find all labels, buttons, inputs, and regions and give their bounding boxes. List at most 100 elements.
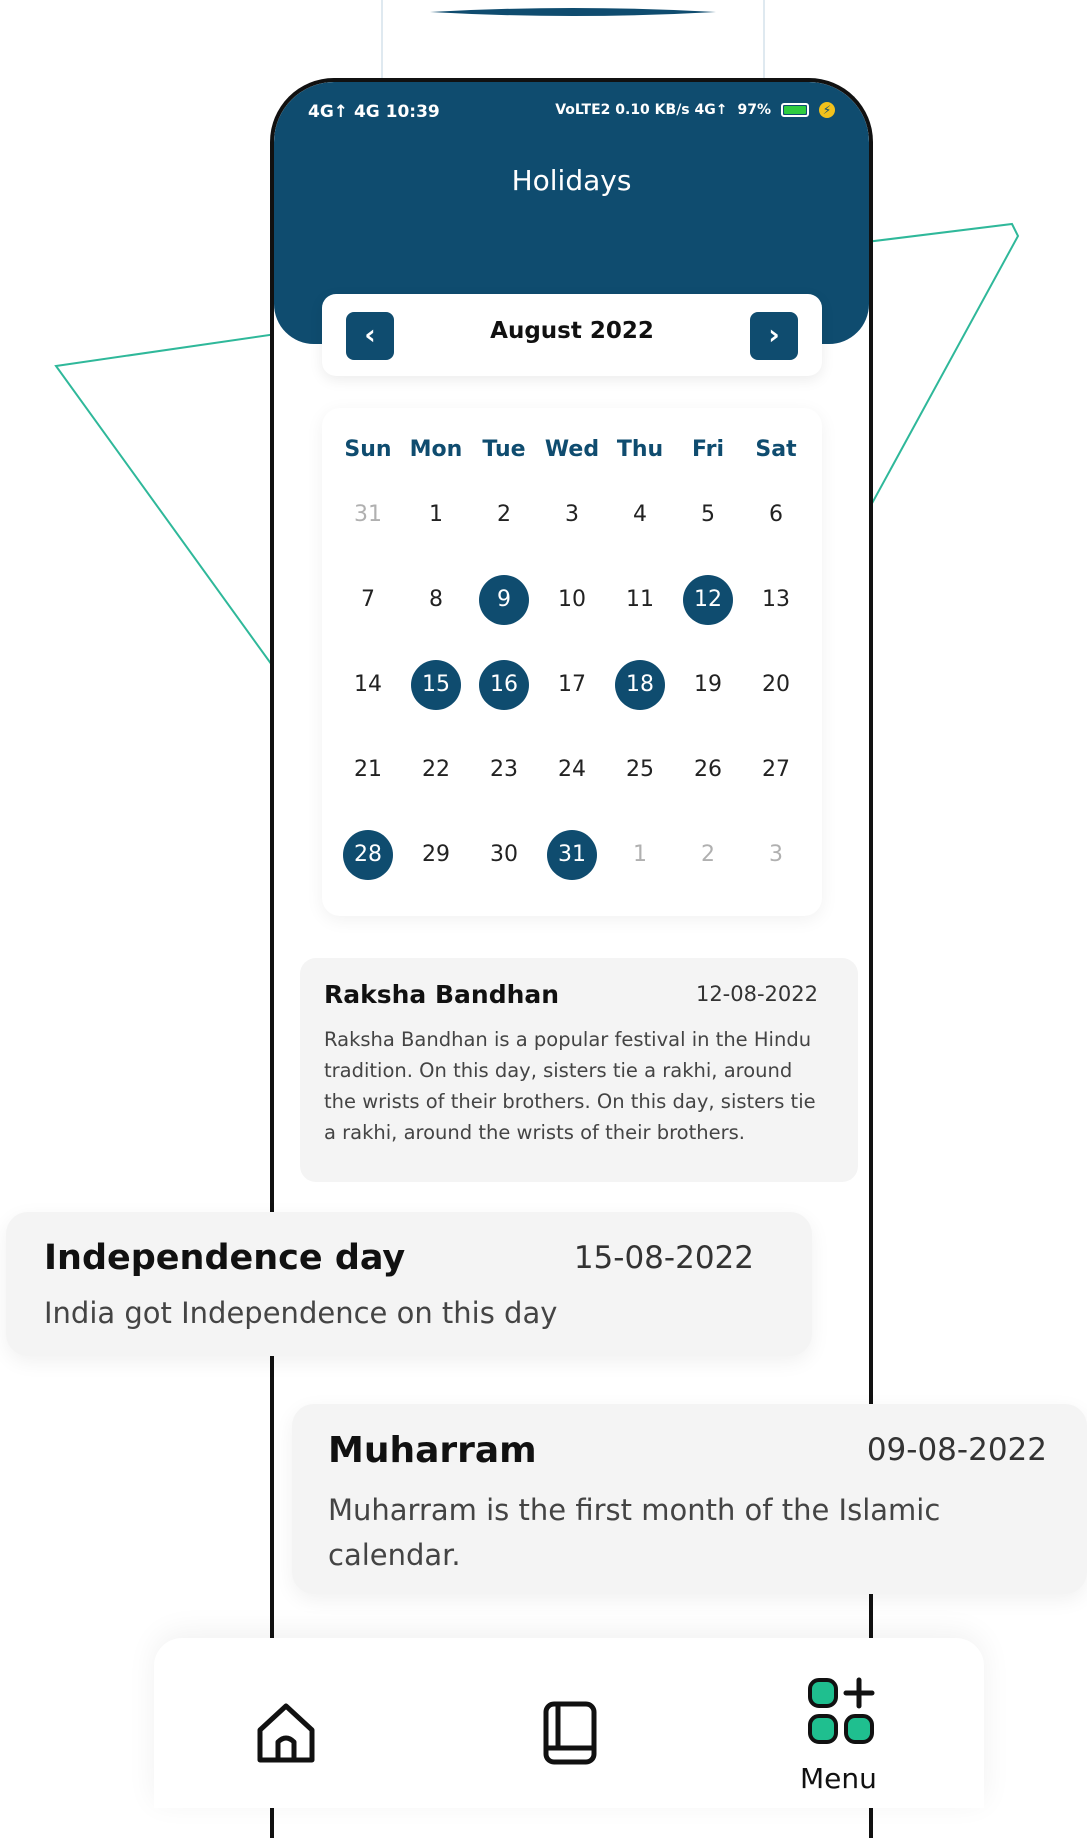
calendar-day-cell[interactable]: 6 (742, 472, 810, 557)
month-selector: ‹ August 2022 › (322, 294, 822, 376)
event-date: 09-08-2022 (866, 1432, 1047, 1468)
calendar-day-cell[interactable]: 2 (470, 472, 538, 557)
calendar-day-holiday: 18 (615, 659, 665, 710)
event-description: Muharram is the first month of the Islam… (328, 1493, 941, 1572)
calendar-day-cell[interactable]: 9 (470, 557, 538, 642)
status-time: 4G↑ 4G 10:39 (308, 102, 440, 122)
calendar-day: 13 (762, 587, 790, 612)
event-description: India got Independence on this day (44, 1296, 558, 1330)
calendar-day: 2 (701, 842, 715, 867)
calendar-day: 5 (701, 502, 715, 527)
calendar-day-cell[interactable]: 2 (674, 812, 742, 897)
nav-book[interactable] (534, 1696, 606, 1772)
event-card-muharram[interactable]: Muharram 09-08-2022 Muharram is the firs… (292, 1404, 1087, 1594)
calendar-day-cell[interactable]: 23 (470, 727, 538, 812)
calendar-day-cell[interactable]: 27 (742, 727, 810, 812)
calendar-day-cell[interactable]: 8 (402, 557, 470, 642)
calendar-day-cell[interactable]: 13 (742, 557, 810, 642)
calendar-day-cell[interactable]: 5 (674, 472, 742, 557)
calendar-day: 7 (361, 587, 375, 612)
calendar-day-holiday: 9 (479, 574, 529, 625)
weekday-label: Mon (409, 437, 463, 462)
calendar-day-cell[interactable]: 15 (402, 642, 470, 727)
event-card-raksha-bandhan[interactable]: Raksha Bandhan 12-08-2022 Raksha Bandhan… (300, 958, 858, 1182)
calendar-day: 4 (633, 502, 647, 527)
calendar-day: 24 (558, 757, 586, 782)
calendar-day-cell[interactable]: 28 (334, 812, 402, 897)
calendar-day-cell[interactable]: 1 (402, 472, 470, 557)
nav-menu-label: Menu (800, 1762, 877, 1795)
calendar-day-cell[interactable]: 29 (402, 812, 470, 897)
status-indicators: VoLTE2 0.10 KB/s 4G↑ 97% ⚡ (555, 102, 835, 118)
calendar-day-holiday: 15 (411, 659, 461, 710)
calendar-day-holiday: 28 (343, 829, 393, 880)
calendar-day: 21 (354, 757, 382, 782)
calendar-day-cell[interactable]: 31 (538, 812, 606, 897)
month-label: August 2022 (490, 318, 654, 344)
calendar-day-cell[interactable]: 26 (674, 727, 742, 812)
calendar-day-cell[interactable]: 12 (674, 557, 742, 642)
event-title: Muharram (328, 1430, 537, 1471)
calendar-day-holiday: 31 (547, 829, 597, 880)
event-title: Independence day (44, 1238, 406, 1278)
calendar-day-cell[interactable]: 10 (538, 557, 606, 642)
book-icon (543, 1701, 597, 1765)
event-card-independence-day[interactable]: Independence day 15-08-2022 India got In… (6, 1212, 812, 1356)
calendar-card: Sun Mon Tue Wed Thu Fri Sat 31 1 2 3 4 5 6 7 8 9 1… (322, 408, 822, 916)
calendar-day-cell[interactable]: 17 (538, 642, 606, 727)
calendar-day: 26 (694, 757, 722, 782)
weekday-label: Thu (616, 437, 664, 462)
calendar-day: 1 (429, 502, 443, 527)
calendar-day-cell[interactable]: 30 (470, 812, 538, 897)
weekday-label: Fri (691, 437, 724, 462)
calendar-day-holiday: 12 (683, 574, 733, 625)
calendar-day-cell[interactable]: 22 (402, 727, 470, 812)
calendar-day-cell[interactable]: 31 (334, 472, 402, 557)
weekday-label: Sun (344, 437, 392, 462)
calendar-day-cell[interactable]: 18 (606, 642, 674, 727)
calendar-day-cell[interactable]: 25 (606, 727, 674, 812)
calendar-day-cell[interactable]: 4 (606, 472, 674, 557)
calendar-day-cell[interactable]: 3 (742, 812, 810, 897)
status-bar: 4G↑ 4G 10:39 VoLTE2 0.10 KB/s 4G↑ 97% ⚡ (308, 98, 835, 128)
calendar-day: 29 (422, 842, 450, 867)
calendar-day-cell[interactable]: 11 (606, 557, 674, 642)
nav-menu[interactable]: Menu (800, 1676, 878, 1795)
calendar-day-cell[interactable]: 24 (538, 727, 606, 812)
weekday-label: Sat (755, 437, 797, 462)
home-icon (257, 1703, 315, 1763)
calendar-day: 8 (429, 587, 443, 612)
calendar-day-cell[interactable]: 20 (742, 642, 810, 727)
calendar-day-cell[interactable]: 21 (334, 727, 402, 812)
charging-icon: ⚡ (819, 102, 835, 118)
calendar-day-cell[interactable]: 14 (334, 642, 402, 727)
weekday-label: Tue (482, 437, 526, 462)
calendar-day: 3 (565, 502, 579, 527)
bottom-navigation: Menu (154, 1638, 984, 1808)
calendar-day: 25 (626, 757, 654, 782)
event-description: Raksha Bandhan is a popular festival in … (324, 1028, 816, 1144)
page-title: Holidays (511, 164, 632, 197)
calendar-day-cell[interactable]: 1 (606, 812, 674, 897)
calendar-day-cell[interactable]: 7 (334, 557, 402, 642)
calendar-day: 14 (354, 672, 382, 697)
event-date: 15-08-2022 (573, 1240, 754, 1276)
calendar-day: 31 (354, 502, 382, 527)
calendar-day: 2 (497, 502, 511, 527)
calendar-day-cell[interactable]: 19 (674, 642, 742, 727)
event-title: Raksha Bandhan (324, 980, 560, 1009)
calendar-day: 6 (769, 502, 783, 527)
calendar-day-cell[interactable]: 3 (538, 472, 606, 557)
nav-home[interactable] (250, 1696, 322, 1772)
calendar-day: 19 (694, 672, 722, 697)
calendar-day: 20 (762, 672, 790, 697)
calendar-day: 3 (769, 842, 783, 867)
next-month-button[interactable]: › (750, 312, 798, 360)
calendar-day-cell[interactable]: 16 (470, 642, 538, 727)
calendar-day: 23 (490, 757, 518, 782)
chevron-right-icon: › (768, 318, 780, 351)
battery-percent: 97% (737, 102, 771, 118)
calendar-day: 27 (762, 757, 790, 782)
event-date: 12-08-2022 (695, 982, 818, 1006)
calendar-day: 11 (626, 587, 654, 612)
